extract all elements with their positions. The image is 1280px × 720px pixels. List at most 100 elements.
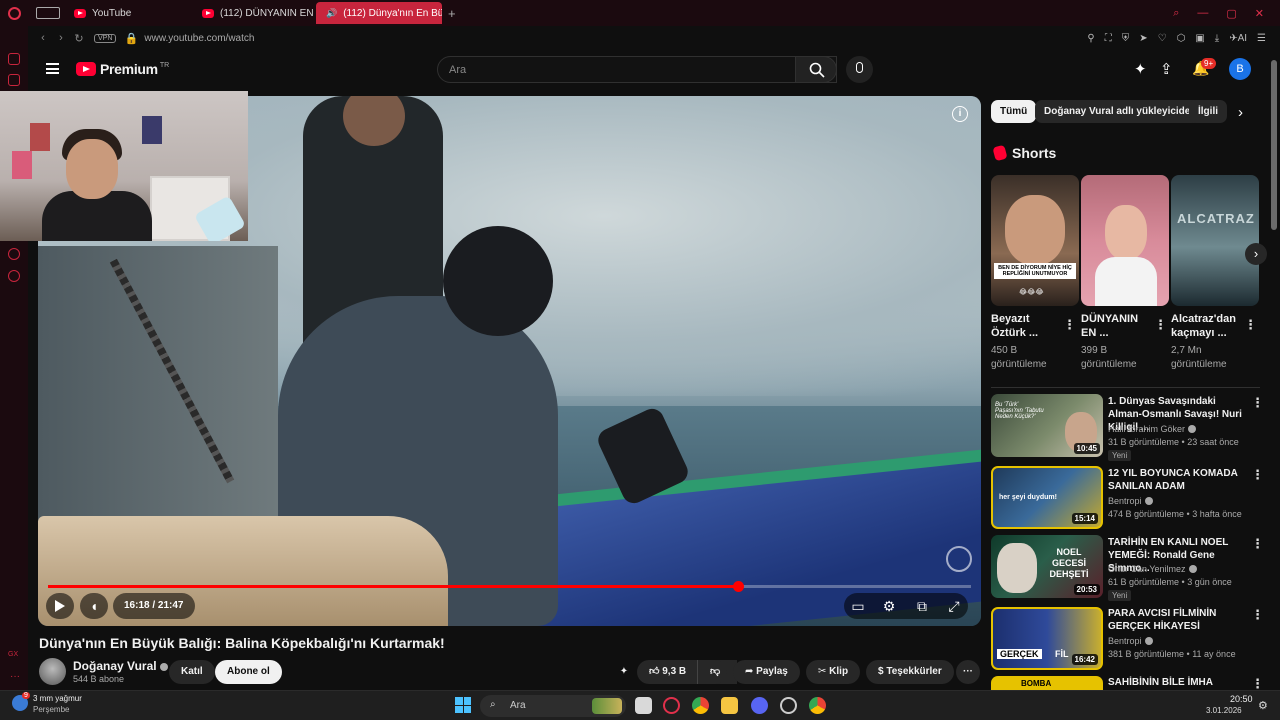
related-video-title[interactable]: 12 YIL BOYUNCA KOMADA SANILAN ADAM: [1108, 467, 1242, 493]
short-title[interactable]: Alcatraz'dan kaçmayı ...: [1171, 312, 1241, 340]
sidebar-wallet-icon[interactable]: [8, 53, 20, 65]
channel-avatar[interactable]: [39, 658, 66, 685]
short-menu-icon[interactable]: ⋮: [1154, 318, 1167, 332]
tab-youtube[interactable]: YouTube: [64, 2, 192, 24]
search-button[interactable]: [795, 56, 837, 83]
progress-scrubber[interactable]: [732, 581, 744, 592]
pin-icon[interactable]: ⚲: [1087, 33, 1094, 44]
related-menu-icon[interactable]: ⋮: [1251, 537, 1264, 551]
related-menu-icon[interactable]: ⋮: [1251, 468, 1264, 482]
chip-from-uploader[interactable]: Doğanay Vural adlı yükleyiciden: [1035, 100, 1206, 123]
url-text[interactable]: www.youtube.com/watch: [144, 33, 254, 44]
share-button[interactable]: ➦ Paylaş: [733, 660, 800, 684]
heart-icon[interactable]: ♡: [1158, 33, 1167, 44]
clock-date[interactable]: 3.01.2026: [1206, 706, 1242, 715]
sidebar-dots-icon[interactable]: ···: [10, 671, 20, 682]
verified-icon: [159, 663, 168, 671]
related-thumbnail[interactable]: Bu 'Türk' Paşası'nın 'Tabutu Neden Küçük…: [991, 394, 1103, 457]
steam-icon[interactable]: [780, 697, 797, 714]
related-thumbnail[interactable]: her şeyi duydum! 15:14: [991, 466, 1103, 529]
minimize-icon[interactable]: —: [1197, 7, 1208, 20]
short-thumbnail[interactable]: BEN DE DİYORUM NİYE HİÇ REPLİĞİNİ UNUTMU…: [991, 175, 1079, 306]
related-video-title[interactable]: SAHİBİNİN BİLE İMHA ETMEYİ: [1108, 676, 1242, 689]
related-meta: 31 B görüntüleme • 23 saat önce: [1108, 437, 1239, 447]
new-tab-button[interactable]: +: [448, 6, 456, 21]
tab-video-1[interactable]: (112) DÜNYANIN EN YALN: [192, 2, 316, 24]
create-sparkle-icon[interactable]: ✦: [1134, 60, 1154, 80]
sidebar-settings-icon[interactable]: [8, 270, 20, 282]
miniplayer-icon[interactable]: ⧉: [914, 598, 930, 614]
hamburger-menu-icon[interactable]: [46, 63, 59, 74]
short-menu-icon[interactable]: ⋮: [1063, 318, 1076, 332]
sidebar-music-icon[interactable]: [8, 74, 20, 86]
related-video-title[interactable]: PARA AVCISI FİLMİNİN GERÇEK HİKAYESİ: [1108, 607, 1242, 633]
voice-search-button[interactable]: [846, 56, 873, 83]
chip-all[interactable]: Tümü: [991, 100, 1037, 123]
forward-icon[interactable]: ›: [52, 32, 70, 44]
upload-icon[interactable]: ⇪: [1160, 60, 1180, 80]
windows-start-icon[interactable]: [455, 697, 471, 713]
dislike-button[interactable]: 👎︎: [697, 660, 727, 684]
youtube-premium-logo[interactable]: Premium TR: [76, 61, 169, 77]
shield-icon[interactable]: ⛨: [1122, 33, 1130, 44]
related-menu-icon[interactable]: ⋮: [1251, 677, 1264, 691]
more-actions-button[interactable]: ···: [956, 660, 980, 684]
opera-logo[interactable]: [0, 6, 28, 20]
video-progress-bar[interactable]: [48, 581, 971, 592]
search-input[interactable]: Ara: [437, 56, 837, 83]
channel-name[interactable]: Doğanay Vural: [73, 659, 168, 673]
send-icon[interactable]: ➤: [1139, 33, 1147, 44]
download-icon[interactable]: ⤓: [1215, 33, 1219, 44]
channel-watermark-icon[interactable]: [946, 546, 972, 572]
ai-button[interactable]: ✈AI: [1229, 33, 1247, 44]
short-title[interactable]: DÜNYANIN EN ...: [1081, 312, 1151, 340]
related-menu-icon[interactable]: ⋮: [1251, 608, 1264, 622]
verified-icon: [1144, 637, 1153, 645]
snapshot-icon[interactable]: ⛶: [1105, 33, 1112, 44]
clock-time[interactable]: 20:50: [1230, 694, 1253, 704]
discord-icon[interactable]: [751, 697, 768, 714]
tab-grid-icon[interactable]: [36, 7, 60, 19]
maximize-icon[interactable]: ▢: [1226, 7, 1236, 20]
related-thumbnail[interactable]: GERÇEK FİL 16:42: [991, 607, 1103, 670]
thanks-button[interactable]: $ Teşekkürler: [866, 660, 954, 684]
weather-text[interactable]: 3 mm yağmur: [33, 694, 82, 703]
chips-next-icon[interactable]: ›: [1238, 104, 1243, 121]
sidebar-more-icon[interactable]: GX: [8, 651, 18, 658]
clip-button[interactable]: ✂ Klip: [806, 660, 861, 684]
notification-center-icon[interactable]: ⚙: [1258, 699, 1268, 712]
vpn-badge[interactable]: VPN: [94, 33, 117, 43]
search-tabs-icon[interactable]: ⌕: [1173, 7, 1179, 20]
extensions-icon[interactable]: ⬡: [1177, 33, 1186, 44]
shorts-next-button[interactable]: ›: [1245, 243, 1267, 265]
chrome-icon[interactable]: [692, 697, 709, 714]
page-scrollbar[interactable]: [1271, 60, 1277, 230]
back-icon[interactable]: ‹: [34, 32, 52, 44]
chrome-profile-icon[interactable]: [809, 697, 826, 714]
settings-gear-icon[interactable]: ⚙: [881, 598, 897, 614]
close-icon[interactable]: ✕: [1255, 7, 1264, 20]
ask-sparkle-icon[interactable]: ✦: [612, 660, 636, 684]
short-title[interactable]: Beyazıt Öztürk ...: [991, 312, 1061, 340]
box-icon[interactable]: ▣: [1195, 33, 1204, 44]
chip-related[interactable]: İlgili: [1189, 100, 1227, 123]
short-thumbnail[interactable]: ALCATRAZ: [1171, 175, 1259, 306]
opera-taskbar-icon[interactable]: [663, 697, 680, 714]
file-explorer-icon[interactable]: [721, 697, 738, 714]
sidebar-player-icon[interactable]: [8, 248, 20, 260]
info-icon[interactable]: i: [952, 106, 968, 122]
menu-icon[interactable]: ☰: [1257, 33, 1266, 44]
join-button[interactable]: Katıl: [169, 660, 215, 684]
reload-icon[interactable]: ↻: [70, 32, 88, 45]
related-menu-icon[interactable]: ⋮: [1251, 396, 1264, 410]
related-thumbnail[interactable]: BOMBA: [991, 676, 1103, 690]
task-view-icon[interactable]: [635, 697, 652, 714]
fullscreen-icon[interactable]: ⤢: [946, 598, 962, 614]
short-thumbnail[interactable]: [1081, 175, 1169, 306]
subtitles-icon[interactable]: ▭: [850, 598, 866, 614]
tab-video-2[interactable]: 🔊 (112) Dünya'nın En Büy: [316, 2, 442, 24]
account-avatar[interactable]: B: [1229, 58, 1251, 80]
subscribe-button[interactable]: Abone ol: [215, 660, 282, 684]
related-thumbnail[interactable]: NOEL GECESİ DEHŞETİ 20:53: [991, 535, 1103, 598]
short-menu-icon[interactable]: ⋮: [1244, 318, 1257, 332]
